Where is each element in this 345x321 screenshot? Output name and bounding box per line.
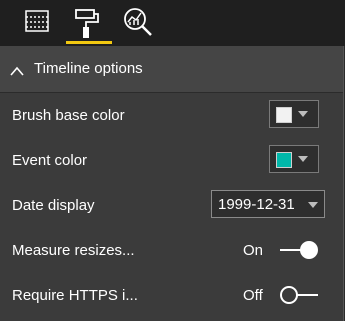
require-https-toggle[interactable] xyxy=(280,285,320,305)
row-require-https: Require HTTPS i... Off xyxy=(0,276,343,316)
event-color-picker[interactable] xyxy=(269,145,319,173)
toggle-track xyxy=(296,294,318,296)
tab-analytics[interactable] xyxy=(122,6,154,40)
analytics-icon xyxy=(122,6,154,38)
section-title: Timeline options xyxy=(34,60,143,77)
require-https-label: Require HTTPS i... xyxy=(12,287,138,304)
paint-roller-icon xyxy=(74,6,106,40)
event-color-label: Event color xyxy=(12,152,88,169)
brush-base-color-label: Brush base color xyxy=(12,107,125,124)
measure-resizes-state: On xyxy=(243,242,264,259)
require-https-state: Off xyxy=(243,287,263,304)
event-color-swatch xyxy=(276,152,292,168)
caret-down-icon xyxy=(298,156,308,162)
date-display-dropdown[interactable]: 1999-12-31 xyxy=(211,190,325,218)
caret-down-icon xyxy=(298,111,308,117)
brush-color-swatch xyxy=(276,107,292,123)
pane-tab-bar xyxy=(0,0,345,46)
measure-resizes-toggle[interactable] xyxy=(280,240,320,260)
brush-base-color-picker[interactable] xyxy=(269,100,319,128)
tab-fields[interactable] xyxy=(24,6,56,40)
chevron-up-icon[interactable] xyxy=(10,63,24,81)
format-panel: Timeline options Brush base color Event … xyxy=(0,46,344,321)
row-event-color: Event color xyxy=(0,141,343,181)
measure-resizes-label: Measure resizes... xyxy=(12,242,135,259)
row-date-display: Date display 1999-12-31 xyxy=(0,186,343,226)
date-display-value: 1999-12-31 xyxy=(218,196,295,213)
tab-format[interactable] xyxy=(74,6,106,40)
section-header-timeline-options[interactable]: Timeline options xyxy=(0,46,343,93)
fields-icon xyxy=(24,6,56,36)
caret-down-icon xyxy=(308,202,318,208)
row-brush-base-color: Brush base color xyxy=(0,96,343,136)
date-display-label: Date display xyxy=(12,197,95,214)
row-measure-resizes: Measure resizes... On xyxy=(0,231,343,271)
active-tab-indicator xyxy=(66,41,112,44)
toggle-knob xyxy=(300,241,318,259)
